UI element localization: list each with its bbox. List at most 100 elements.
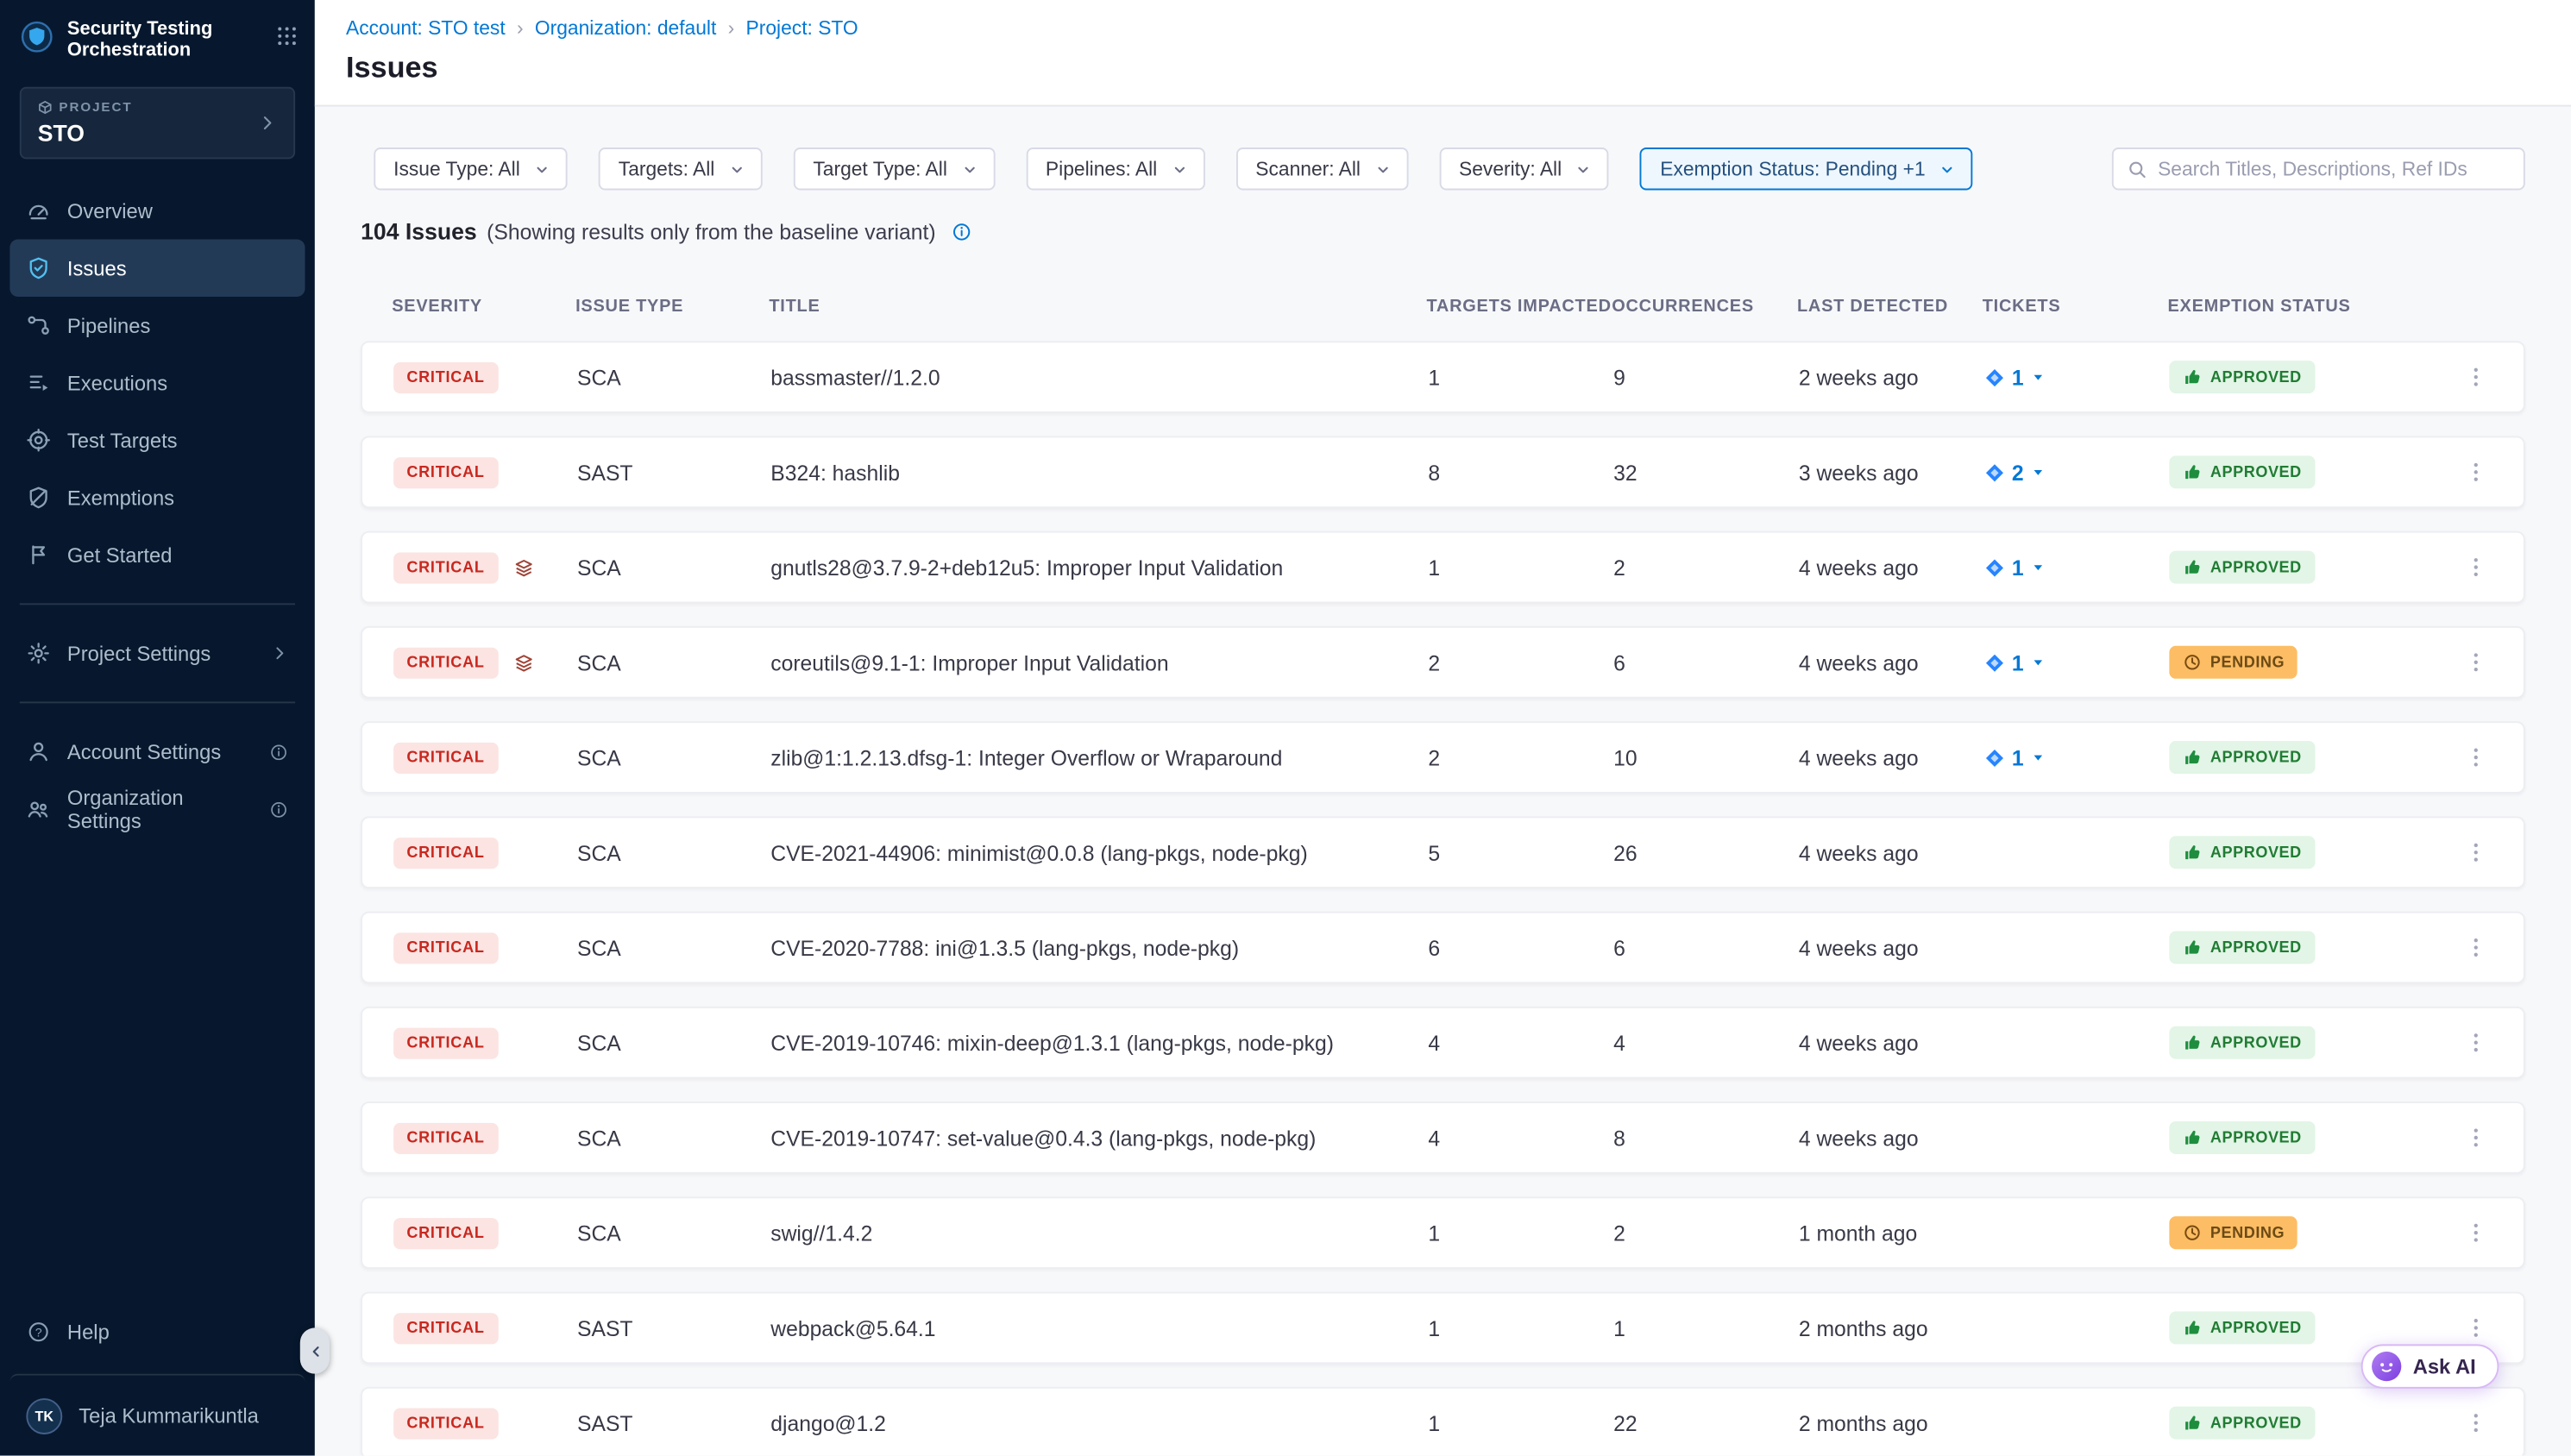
sidebar-item-label: Get Started <box>67 543 173 567</box>
exemption-status-badge: APPROVED <box>2169 361 2315 393</box>
table-row[interactable]: CRITICALSASTdjango@1.21222 months agoAPP… <box>361 1387 2525 1456</box>
table-row[interactable]: CRITICALSASTwebpack@5.64.1112 months ago… <box>361 1292 2525 1365</box>
table-row[interactable]: CRITICALSCAswig//1.4.2121 month agoPENDI… <box>361 1196 2525 1269</box>
app-window: Security Testing Orchestration PROJECT S… <box>0 0 2571 1456</box>
issue-title[interactable]: zlib@1:1.2.13.dfsg-1: Integer Overflow o… <box>770 745 1428 770</box>
ticket-link[interactable]: 1 <box>1984 365 2047 390</box>
table-row[interactable]: CRITICALSCAgnutls28@3.7.9-2+deb12u5: Imp… <box>361 531 2525 604</box>
filter-target-type[interactable]: Target Type: All <box>794 147 995 190</box>
help-label: Help <box>67 1321 110 1344</box>
project-selector[interactable]: PROJECT STO <box>20 87 295 160</box>
row-menu-button[interactable] <box>2461 362 2491 392</box>
ask-ai-button[interactable]: Ask AI <box>2360 1344 2499 1388</box>
chevron-down-icon <box>960 160 978 178</box>
approved-icon <box>2183 367 2203 387</box>
row-menu-button[interactable] <box>2461 1218 2491 1247</box>
ticket-count: 2 <box>2012 460 2024 485</box>
sidebar-item-organization-settings[interactable]: Organization Settings <box>9 781 305 838</box>
breadcrumb-account-link[interactable]: Account: STO test <box>346 16 506 40</box>
module-switcher-icon[interactable] <box>275 25 299 48</box>
ticket-link[interactable]: 1 <box>1984 745 2047 770</box>
issue-title[interactable]: B324: hashlib <box>770 460 1428 485</box>
table-row[interactable]: CRITICALSCAzlib@1:1.2.13.dfsg-1: Integer… <box>361 721 2525 794</box>
row-menu-button[interactable] <box>2461 932 2491 962</box>
exemptions-icon <box>26 486 51 511</box>
last-detected-cell: 4 weeks ago <box>1799 1126 1984 1151</box>
info-icon[interactable] <box>951 221 972 242</box>
filter-targets[interactable]: Targets: All <box>599 147 762 190</box>
info-icon[interactable] <box>269 799 289 819</box>
table-row[interactable]: CRITICALSCACVE-2021-44906: minimist@0.0.… <box>361 816 2525 888</box>
sidebar-collapse-handle[interactable] <box>300 1327 330 1373</box>
table-row[interactable]: CRITICALSCAbassmaster//1.2.0192 weeks ag… <box>361 341 2525 413</box>
issue-type-cell: SCA <box>577 840 770 865</box>
ticket-link[interactable]: 2 <box>1984 460 2047 485</box>
sidebar-item-exemptions[interactable]: Exemptions <box>9 469 305 527</box>
table-row[interactable]: CRITICALSCACVE-2019-10747: set-value@0.4… <box>361 1101 2525 1174</box>
approved-icon <box>2183 938 2203 957</box>
issue-title[interactable]: CVE-2019-10747: set-value@0.4.3 (lang-pk… <box>770 1126 1428 1151</box>
filter-issue-type[interactable]: Issue Type: All <box>374 147 568 190</box>
row-menu-button[interactable] <box>2461 743 2491 772</box>
ticket-link[interactable]: 1 <box>1984 555 2047 580</box>
issue-type-cell: SCA <box>577 555 770 580</box>
filter-pipelines[interactable]: Pipelines: All <box>1026 147 1204 190</box>
ticket-link[interactable]: 1 <box>1984 650 2047 675</box>
table-row[interactable]: CRITICALSCAcoreutils@9.1-1: Improper Inp… <box>361 626 2525 699</box>
row-menu-button[interactable] <box>2461 1028 2491 1057</box>
main-content: Account: STO test Organization: default … <box>315 0 2571 1456</box>
info-icon[interactable] <box>269 742 289 762</box>
col-exemption-status: EXEMPTION STATUS <box>2167 297 2442 317</box>
table-row[interactable]: CRITICALSCACVE-2019-10746: mixin-deep@1.… <box>361 1007 2525 1079</box>
sidebar-item-pipelines[interactable]: Pipelines <box>9 297 305 355</box>
sidebar-divider <box>20 701 295 703</box>
severity-badge: CRITICAL <box>393 742 498 773</box>
col-title: TITLE <box>769 297 1426 317</box>
breadcrumb-organization-link[interactable]: Organization: default <box>535 16 716 40</box>
sidebar-item-project-settings[interactable]: Project Settings <box>9 624 305 682</box>
jira-ticket-icon <box>1984 651 2006 673</box>
row-menu-button[interactable] <box>2461 838 2491 867</box>
issue-title[interactable]: gnutls28@3.7.9-2+deb12u5: Improper Input… <box>770 555 1428 580</box>
table-row[interactable]: CRITICALSCACVE-2020-7788: ini@1.3.5 (lan… <box>361 912 2525 984</box>
row-menu-button[interactable] <box>2461 1409 2491 1438</box>
issue-title[interactable]: swig//1.4.2 <box>770 1221 1428 1246</box>
severity-badge: CRITICAL <box>393 1312 498 1343</box>
row-menu-button[interactable] <box>2461 648 2491 677</box>
row-menu-button[interactable] <box>2461 457 2491 486</box>
issue-title[interactable]: coreutils@9.1-1: Improper Input Validati… <box>770 650 1428 675</box>
row-menu-button[interactable] <box>2461 1313 2491 1342</box>
sidebar-item-executions[interactable]: Executions <box>9 355 305 412</box>
issue-type-cell: SCA <box>577 650 770 675</box>
filter-scanner[interactable]: Scanner: All <box>1235 147 1408 190</box>
help-button[interactable]: ? Help <box>9 1303 305 1361</box>
issue-title[interactable]: webpack@5.64.1 <box>770 1315 1428 1340</box>
targets-impacted-cell: 2 <box>1428 745 1613 770</box>
filter-severity[interactable]: Severity: All <box>1439 147 1609 190</box>
sidebar-item-account-settings[interactable]: Account Settings <box>9 723 305 781</box>
issue-title[interactable]: CVE-2020-7788: ini@1.3.5 (lang-pkgs, nod… <box>770 935 1428 960</box>
search-input[interactable] <box>2158 157 2511 180</box>
sidebar-item-test-targets[interactable]: Test Targets <box>9 411 305 469</box>
search-box[interactable] <box>2112 147 2525 190</box>
user-profile[interactable]: TK Teja Kummarikuntla <box>9 1374 305 1443</box>
issue-title[interactable]: bassmaster//1.2.0 <box>770 365 1428 390</box>
filter-exemption-status[interactable]: Exemption Status: Pending +1 <box>1640 147 1972 190</box>
row-menu-button[interactable] <box>2461 1123 2491 1152</box>
col-severity: SEVERITY <box>392 297 575 317</box>
issue-type-cell: SCA <box>577 935 770 960</box>
harness-sto-logo-icon[interactable] <box>20 20 54 54</box>
sidebar-item-get-started[interactable]: Get Started <box>9 526 305 584</box>
row-menu-button[interactable] <box>2461 552 2491 581</box>
breadcrumb-project-link[interactable]: Project: STO <box>746 16 858 40</box>
issue-title[interactable]: django@1.2 <box>770 1410 1428 1435</box>
last-detected-cell: 2 weeks ago <box>1799 365 1984 390</box>
sidebar-item-overview[interactable]: Overview <box>9 182 305 240</box>
issue-title[interactable]: CVE-2021-44906: minimist@0.0.8 (lang-pkg… <box>770 840 1428 865</box>
caret-down-icon <box>2030 559 2046 575</box>
occurrences-cell: 10 <box>1613 745 1799 770</box>
sidebar-item-issues[interactable]: Issues <box>9 239 305 297</box>
issue-title[interactable]: CVE-2019-10746: mixin-deep@1.3.1 (lang-p… <box>770 1030 1428 1055</box>
help-icon: ? <box>26 1320 51 1345</box>
table-row[interactable]: CRITICALSASTB324: hashlib8323 weeks ago2… <box>361 436 2525 509</box>
